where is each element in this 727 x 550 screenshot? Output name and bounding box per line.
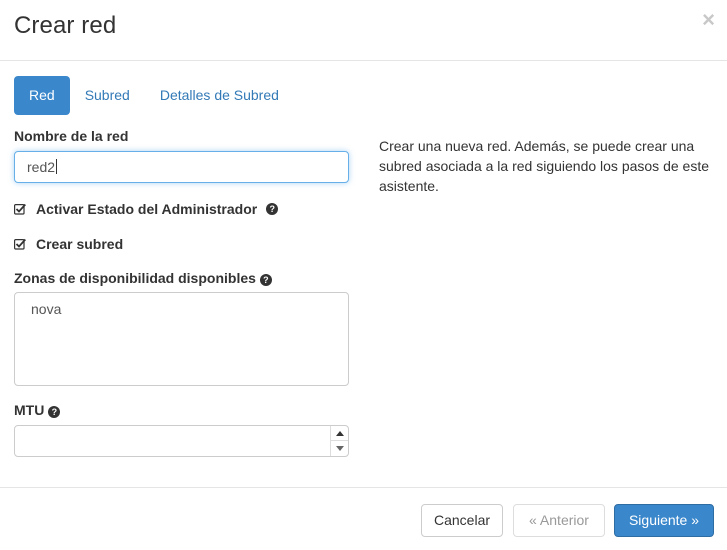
modal-header: Crear red × <box>0 0 727 61</box>
wizard-tabs: Red Subred Detalles de Subred <box>14 76 294 115</box>
modal-title: Crear red <box>14 12 117 39</box>
triangle-up-icon <box>335 430 344 436</box>
mtu-label: MTU? <box>14 402 61 418</box>
tab-red[interactable]: Red <box>14 76 70 115</box>
spin-up-button[interactable] <box>331 426 348 441</box>
create-subnet-checkbox[interactable]: Crear subred <box>14 236 123 252</box>
close-icon[interactable]: × <box>702 9 715 31</box>
admin-state-label: Activar Estado del Administrador <box>36 201 258 217</box>
mtu-input[interactable] <box>14 425 349 457</box>
tab-subred[interactable]: Subred <box>70 76 145 115</box>
availability-zones-listbox[interactable]: nova <box>14 292 349 386</box>
checkbox-checked-icon[interactable] <box>14 238 26 250</box>
cancel-button[interactable]: Cancelar <box>421 504 503 537</box>
mtu-spinner[interactable] <box>330 426 348 456</box>
triangle-down-icon <box>335 446 344 451</box>
next-button[interactable]: Siguiente » <box>614 504 714 537</box>
mtu-label-text: MTU <box>14 402 45 418</box>
network-name-value: red2 <box>27 159 58 175</box>
availability-zone-option[interactable]: nova <box>31 301 61 317</box>
create-subnet-label: Crear subred <box>36 236 124 252</box>
question-circle-icon[interactable]: ? <box>259 274 272 286</box>
availability-zones-label-text: Zonas de disponibilidad disponibles <box>14 270 256 286</box>
spin-down-button[interactable] <box>331 441 348 456</box>
text-caret <box>56 159 58 174</box>
modal-footer: Cancelar « Anterior Siguiente » <box>0 487 727 550</box>
availability-zones-label: Zonas de disponibilidad disponibles? <box>14 270 272 286</box>
question-circle-icon[interactable]: ? <box>266 203 279 215</box>
network-name-label: Nombre de la red <box>14 128 129 144</box>
checkbox-checked-icon[interactable] <box>14 203 26 215</box>
back-button[interactable]: « Anterior <box>513 504 605 537</box>
network-description: Crear una nueva red. Además, se puede cr… <box>379 138 709 194</box>
network-name-input[interactable]: red2 <box>14 151 349 183</box>
question-circle-icon[interactable]: ? <box>48 406 61 418</box>
tab-detalles-subred[interactable]: Detalles de Subred <box>145 76 294 115</box>
admin-state-checkbox[interactable]: Activar Estado del Administrador ? <box>14 201 279 217</box>
